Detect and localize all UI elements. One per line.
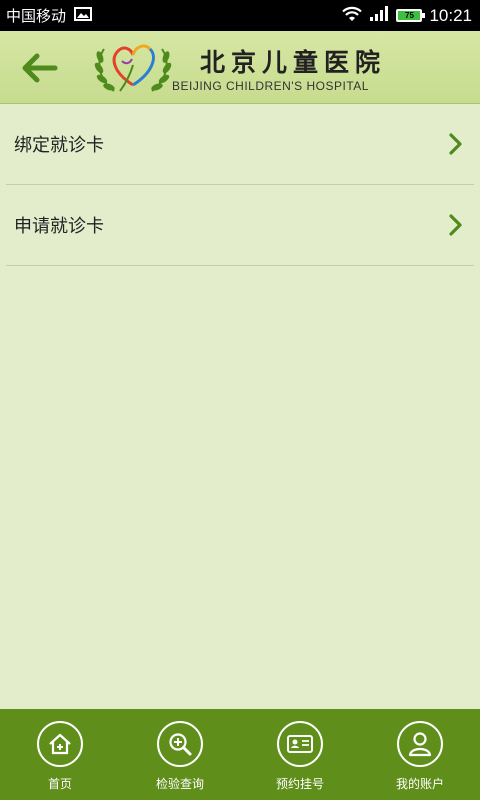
hospital-name-en: BEIJING CHILDREN'S HOSPITAL — [172, 79, 369, 93]
status-bar: 中国移动 75 10:21 — [0, 0, 480, 31]
status-left: 中国移动 — [6, 5, 93, 26]
nav-appointment-label: 预约挂号 — [275, 777, 324, 791]
signal-icon — [369, 5, 389, 26]
chevron-right-icon — [449, 133, 462, 155]
nav-account-label: 我的账户 — [395, 777, 444, 791]
card-menu-list: 绑定就诊卡 申请就诊卡 — [0, 104, 480, 266]
user-icon — [397, 721, 443, 767]
nav-home-label: 首页 — [47, 777, 72, 791]
wifi-icon — [342, 6, 363, 26]
nav-account[interactable]: 我的账户 — [360, 709, 480, 800]
nav-home[interactable]: 首页 — [0, 709, 120, 800]
back-arrow-icon — [22, 53, 58, 83]
id-card-icon — [277, 721, 323, 767]
home-icon — [37, 721, 83, 767]
hospital-name-cn: 北京儿童医院 — [200, 48, 387, 77]
back-button[interactable] — [14, 45, 64, 91]
bottom-nav: 首页 检验查询 预约挂号 我的账户 — [0, 709, 480, 800]
nav-appointment[interactable]: 预约挂号 — [240, 709, 360, 800]
chevron-right-icon — [449, 214, 462, 236]
search-zoom-icon — [157, 721, 203, 767]
battery-icon: 75 — [396, 9, 426, 22]
status-right: 75 10:21 — [342, 5, 472, 26]
nav-lab-results[interactable]: 检验查询 — [120, 709, 240, 800]
hospital-logo — [92, 35, 174, 99]
bind-card-item[interactable]: 绑定就诊卡 — [6, 104, 474, 185]
clock: 10:21 — [429, 5, 472, 25]
app-header: 北京儿童医院 BEIJING CHILDREN'S HOSPITAL — [0, 31, 480, 104]
apply-card-item[interactable]: 申请就诊卡 — [6, 185, 474, 266]
carrier-label: 中国移动 — [6, 7, 67, 25]
image-notification-icon — [74, 6, 93, 25]
menu-item-label: 绑定就诊卡 — [14, 135, 104, 156]
nav-lab-results-label: 检验查询 — [155, 777, 204, 791]
menu-item-label: 申请就诊卡 — [14, 216, 104, 237]
